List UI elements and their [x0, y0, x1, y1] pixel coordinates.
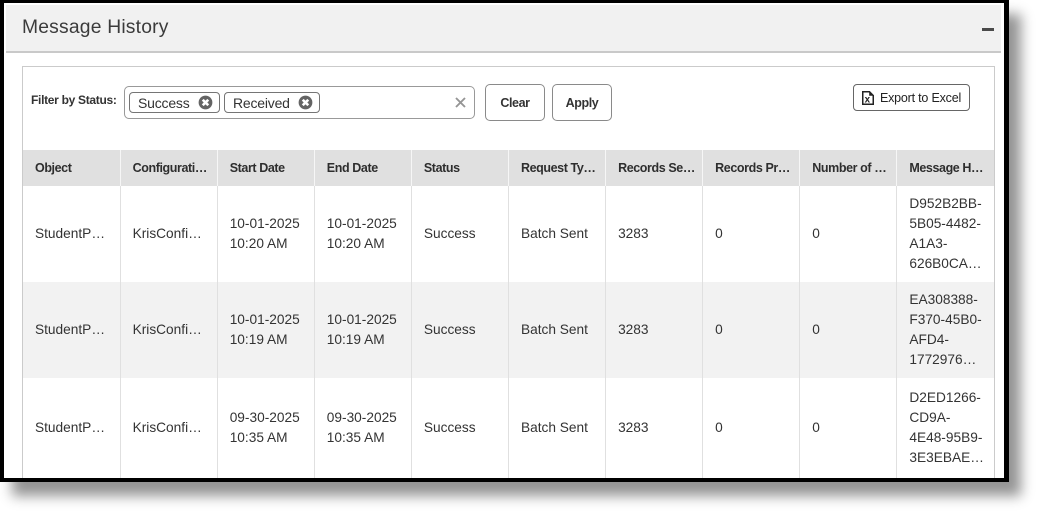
svg-text:x: x	[865, 94, 871, 105]
